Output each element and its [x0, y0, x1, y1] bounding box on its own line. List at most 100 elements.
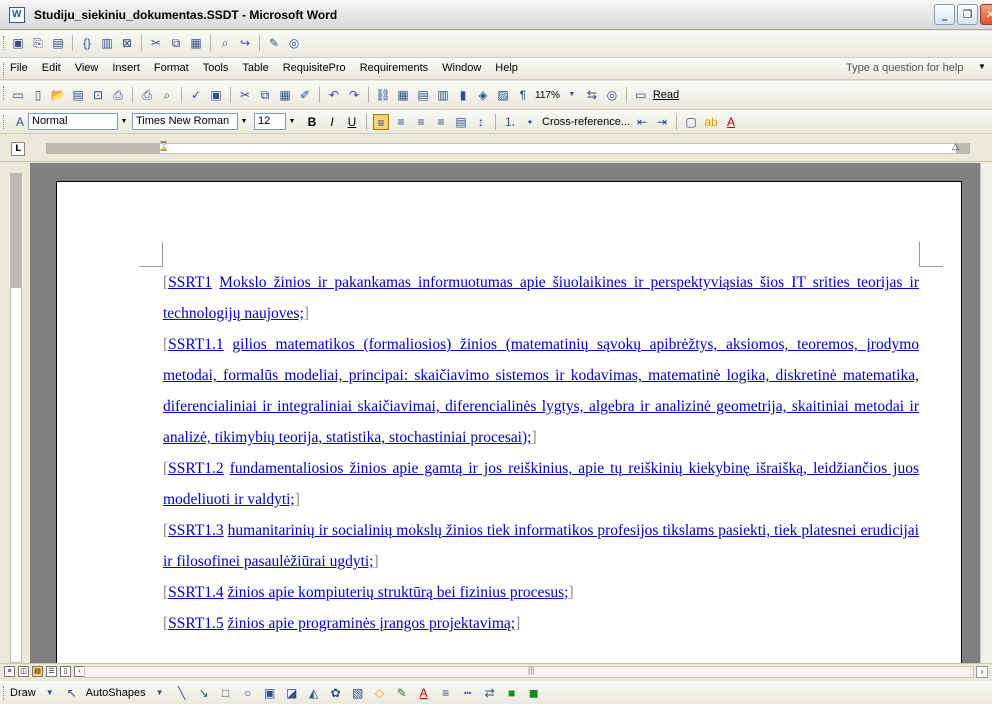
line-icon[interactable]: ╲ — [174, 685, 190, 701]
menu-table[interactable]: Table — [242, 62, 268, 74]
justify-icon[interactable]: ≡ — [433, 114, 449, 130]
diagram-icon[interactable]: ◭ — [306, 685, 322, 701]
toolbar-grip[interactable] — [3, 63, 6, 77]
menu-edit[interactable]: Edit — [42, 62, 61, 74]
copy-icon[interactable]: ⧉ — [257, 87, 273, 103]
redo-icon[interactable]: ↷ — [346, 87, 362, 103]
copy-tag-icon[interactable]: ⧉ — [168, 35, 184, 51]
italic-icon[interactable]: I — [324, 114, 340, 130]
edit-pencil-icon[interactable]: ✎ — [266, 35, 282, 51]
save-icon[interactable]: ▤ — [70, 87, 86, 103]
font-size-dropdown-icon[interactable]: ▼ — [286, 113, 298, 130]
align-right-icon[interactable]: ≡ — [413, 114, 429, 130]
find-requirement-icon[interactable]: ⌕ — [217, 35, 233, 51]
paste-tag-icon[interactable]: ▦ — [188, 35, 204, 51]
borders-icon[interactable]: ▢ — [683, 114, 699, 130]
underline-icon[interactable]: U — [344, 114, 360, 130]
indent-marker-icon[interactable]: ⌛ — [158, 141, 169, 152]
cross-reference-button[interactable]: Cross-reference... — [542, 116, 630, 128]
clip-art-icon[interactable]: ✿ — [328, 685, 344, 701]
highlight-icon[interactable]: ab — [703, 114, 719, 130]
requirement-paragraph[interactable]: [SSRT1.2 fundamentaliosios žinios apie g… — [163, 453, 919, 515]
requirement-text[interactable]: Mokslo žinios ir pakankamas informuotuma… — [163, 274, 919, 322]
requirement-paragraph[interactable]: [SSRT1 Mokslo žinios ir pakankamas infor… — [163, 267, 919, 329]
toolbar-grip[interactable] — [3, 686, 6, 700]
decrease-indent-icon[interactable]: ⇤ — [634, 114, 650, 130]
help-circle-icon[interactable]: ◎ — [286, 35, 302, 51]
menu-requisitepro[interactable]: RequisitePro — [283, 62, 346, 74]
read-mode-icon[interactable]: ▭ — [633, 87, 649, 103]
spelling-icon[interactable]: ✓ — [188, 87, 204, 103]
requirement-id[interactable]: SSRT1.5 — [168, 615, 224, 632]
align-left-icon[interactable]: ≡ — [373, 114, 389, 130]
insert-table-icon[interactable]: ▤ — [415, 87, 431, 103]
requirement-text[interactable]: humanitarinių ir socialinių mokslų žinio… — [163, 522, 919, 570]
columns-icon[interactable]: ▮ — [455, 87, 471, 103]
vertical-ruler[interactable] — [0, 163, 30, 663]
draw-menu-button[interactable]: Draw — [10, 687, 36, 699]
minimize-button[interactable]: _ — [934, 4, 955, 25]
autoshapes-menu-button[interactable]: AutoShapes — [86, 687, 146, 699]
tab-selector-icon[interactable]: L — [11, 142, 25, 156]
requirement-text[interactable]: žinios apie programinės įrangos projekta… — [228, 615, 516, 632]
menu-tools[interactable]: Tools — [203, 62, 229, 74]
line-color-icon[interactable]: ✎ — [394, 685, 410, 701]
text-box-icon[interactable]: ▣ — [262, 685, 278, 701]
document-area[interactable]: [SSRT1 Mokslo žinios ir pakankamas infor… — [30, 163, 980, 663]
reading-layout-icon[interactable]: ▯ — [60, 666, 71, 677]
save-icon[interactable]: ▤ — [50, 35, 66, 51]
requirement-id[interactable]: SSRT1.4 — [168, 584, 224, 601]
autoshapes-dropdown-icon[interactable]: ▼ — [152, 685, 168, 701]
web-layout-icon[interactable]: ◫ — [18, 666, 29, 677]
bullets-icon[interactable]: • — [522, 114, 538, 130]
requirement-paragraph[interactable]: [SSRT1.4 žinios apie kompiuterių struktū… — [163, 577, 919, 608]
vertical-scrollbar[interactable] — [980, 163, 992, 663]
scroll-right-icon[interactable]: › — [976, 666, 988, 678]
menu-view[interactable]: View — [75, 62, 99, 74]
format-painter-icon[interactable]: ✐ — [297, 87, 313, 103]
font-dropdown-icon[interactable]: ▼ — [238, 113, 250, 130]
create-requirement-icon[interactable]: {} — [79, 35, 95, 51]
arrow-style-icon[interactable]: ⇄ — [482, 685, 498, 701]
menu-window[interactable]: Window — [442, 62, 481, 74]
requirement-id[interactable]: SSRT1.1 — [168, 336, 224, 353]
font-color-icon[interactable]: A — [723, 114, 739, 130]
requirement-id[interactable]: SSRT1 — [168, 274, 212, 291]
requirement-id[interactable]: SSRT1.3 — [168, 522, 224, 539]
cut-icon[interactable]: ✂ — [237, 87, 253, 103]
menu-format[interactable]: Format — [154, 62, 189, 74]
document-page[interactable]: [SSRT1 Mokslo žinios ir pakankamas infor… — [56, 181, 962, 663]
help-icon[interactable]: ◎ — [604, 87, 620, 103]
scroll-grip-icon[interactable]: ||| — [528, 666, 534, 675]
print-preview-icon[interactable]: ⌕ — [159, 87, 175, 103]
document-body[interactable]: [SSRT1 Mokslo žinios ir pakankamas infor… — [163, 267, 919, 639]
goto-requirement-icon[interactable]: ↪ — [237, 35, 253, 51]
outline-view-icon[interactable]: ☰ — [46, 666, 57, 677]
toolbar-grip[interactable] — [3, 115, 6, 129]
line-spacing-icon[interactable]: ↕ — [473, 114, 489, 130]
shadow-icon[interactable]: ■ — [504, 685, 520, 701]
menu-requirements[interactable]: Requirements — [360, 62, 428, 74]
help-dropdown-icon[interactable]: ▼ — [978, 62, 986, 71]
draw-dropdown-icon[interactable]: ▼ — [42, 685, 58, 701]
requirement-text[interactable]: gilios matematikos (formaliosios) žinios… — [163, 336, 919, 446]
style-select[interactable]: Normal — [28, 113, 118, 130]
word-app-icon[interactable] — [9, 7, 25, 23]
help-search-input[interactable]: Type a question for help — [846, 62, 963, 74]
new-blank-icon[interactable]: ▯ — [30, 87, 46, 103]
font-size-select[interactable]: 12 — [254, 113, 286, 130]
cut-tag-icon[interactable]: ✂ — [148, 35, 164, 51]
picture-icon[interactable]: ▧ — [350, 685, 366, 701]
open-folder-icon[interactable]: 📂 — [50, 87, 66, 103]
line-style-icon[interactable]: ≡ — [438, 685, 454, 701]
document-link-icon[interactable]: ⎘ — [30, 35, 46, 51]
bold-icon[interactable]: B — [304, 114, 320, 130]
rectangle-icon[interactable]: □ — [218, 685, 234, 701]
close-button[interactable]: ✕ — [980, 4, 992, 25]
requirement-paragraph[interactable]: [SSRT1.1 gilios matematikos (formaliosio… — [163, 329, 919, 453]
open-requirement-icon[interactable]: ▣ — [10, 35, 26, 51]
menu-file[interactable]: File — [10, 62, 28, 74]
research-icon[interactable]: ⎙ — [110, 87, 126, 103]
toolbar-grip[interactable] — [3, 86, 6, 100]
font-select[interactable]: Times New Roman — [132, 113, 238, 130]
